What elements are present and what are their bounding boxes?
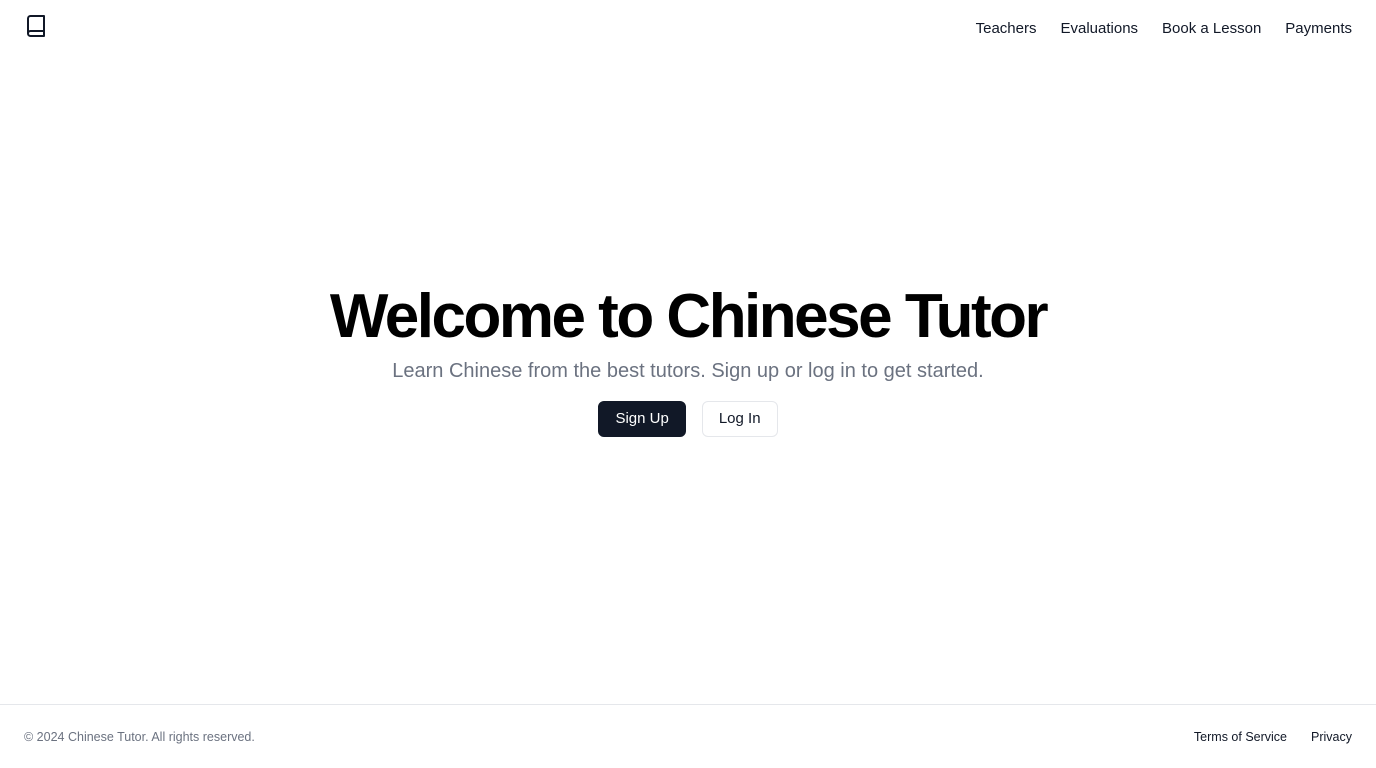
hero-subtitle: Learn Chinese from the best tutors. Sign… [392,359,984,382]
home-logo-link[interactable] [24,14,48,43]
nav-link-teachers[interactable]: Teachers [976,20,1037,37]
hero-section: Welcome to Chinese Tutor Learn Chinese f… [0,56,1376,704]
page: Teachers Evaluations Book a Lesson Payme… [0,0,1376,768]
log-in-button[interactable]: Log In [701,400,778,437]
site-footer: © 2024 Chinese Tutor. All rights reserve… [0,704,1376,768]
sign-up-button[interactable]: Sign Up [598,400,686,437]
privacy-link[interactable]: Privacy [1311,730,1352,744]
terms-of-service-link[interactable]: Terms of Service [1194,730,1287,744]
site-header: Teachers Evaluations Book a Lesson Payme… [0,0,1376,56]
hero-title: Welcome to Chinese Tutor [329,282,1049,352]
footer-links: Terms of Service Privacy [1194,730,1352,744]
nav-link-payments[interactable]: Payments [1285,20,1352,37]
copyright-text: © 2024 Chinese Tutor. All rights reserve… [24,729,255,744]
hero-actions: Sign Up Log In [598,400,778,437]
main-nav: Teachers Evaluations Book a Lesson Payme… [976,20,1352,37]
book-icon [24,14,48,43]
nav-link-evaluations[interactable]: Evaluations [1060,20,1138,37]
nav-link-book-a-lesson[interactable]: Book a Lesson [1162,20,1261,37]
